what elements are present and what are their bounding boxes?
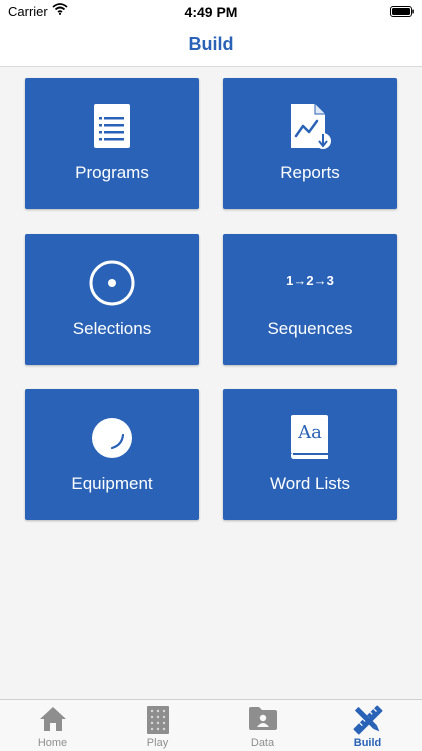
- page-title: Build: [188, 34, 234, 54]
- tile-label-sequences: Sequences: [267, 319, 353, 338]
- status-bar: Carrier 4:49 PM: [0, 0, 422, 22]
- ball-icon: [88, 418, 136, 466]
- selections-tile[interactable]: Selections: [25, 234, 199, 365]
- equipment-tile[interactable]: Equipment: [25, 389, 199, 520]
- home-icon: [38, 707, 68, 737]
- book-aa-text: Aa: [298, 422, 322, 443]
- tab-label-data: Data: [250, 737, 275, 749]
- report-chart-icon: [289, 104, 331, 155]
- tile-label-equipment: Equipment: [71, 474, 153, 493]
- tab-bar: Home Play Data Build: [0, 699, 422, 751]
- data-folder-icon: [248, 707, 278, 735]
- reports-tile[interactable]: Reports: [223, 78, 397, 209]
- tile-label-selections: Selections: [72, 319, 152, 338]
- battery-icon: [390, 5, 414, 17]
- navigation-bar: Build: [0, 22, 422, 67]
- tab-label-build: Build: [353, 737, 382, 749]
- clock-time: 4:49 PM: [184, 4, 238, 20]
- tab-data[interactable]: Data: [210, 700, 315, 751]
- target-circle-icon: [88, 260, 136, 311]
- sequences-tile[interactable]: 1→2→3 Sequences: [223, 234, 397, 365]
- programs-tile[interactable]: Programs: [25, 78, 199, 209]
- tile-label-programs: Programs: [75, 163, 149, 182]
- book-aa-icon: Aa: [290, 414, 330, 460]
- tab-label-play: Play: [146, 737, 169, 749]
- tab-home[interactable]: Home: [0, 700, 105, 751]
- document-list-icon: [93, 104, 131, 153]
- tile-label-reports: Reports: [280, 163, 340, 182]
- tile-label-word-lists: Word Lists: [270, 474, 350, 493]
- tab-build[interactable]: Build: [315, 700, 420, 751]
- build-menu-grid: Programs Reports Selections 1→2→3 Sequen…: [0, 67, 422, 699]
- tab-play[interactable]: Play: [105, 700, 210, 751]
- word-lists-tile[interactable]: Aa Word Lists: [223, 389, 397, 520]
- sequence-123-icon: 1→2→3: [286, 273, 334, 288]
- tab-label-home: Home: [37, 737, 68, 749]
